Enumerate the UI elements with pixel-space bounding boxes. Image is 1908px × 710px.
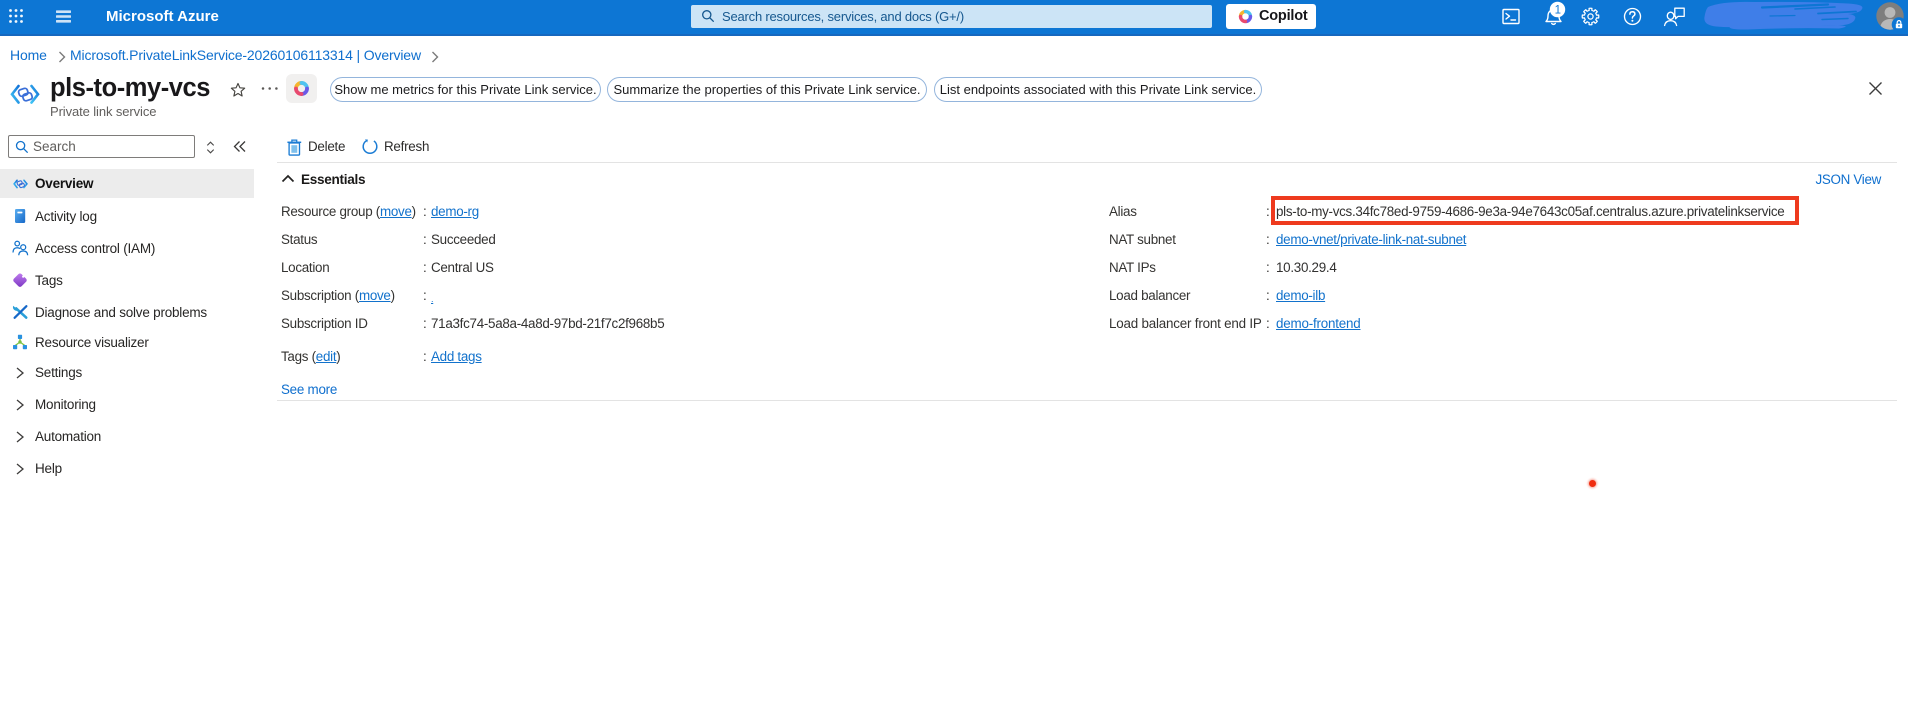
svg-text:1: 1: [1555, 4, 1561, 16]
